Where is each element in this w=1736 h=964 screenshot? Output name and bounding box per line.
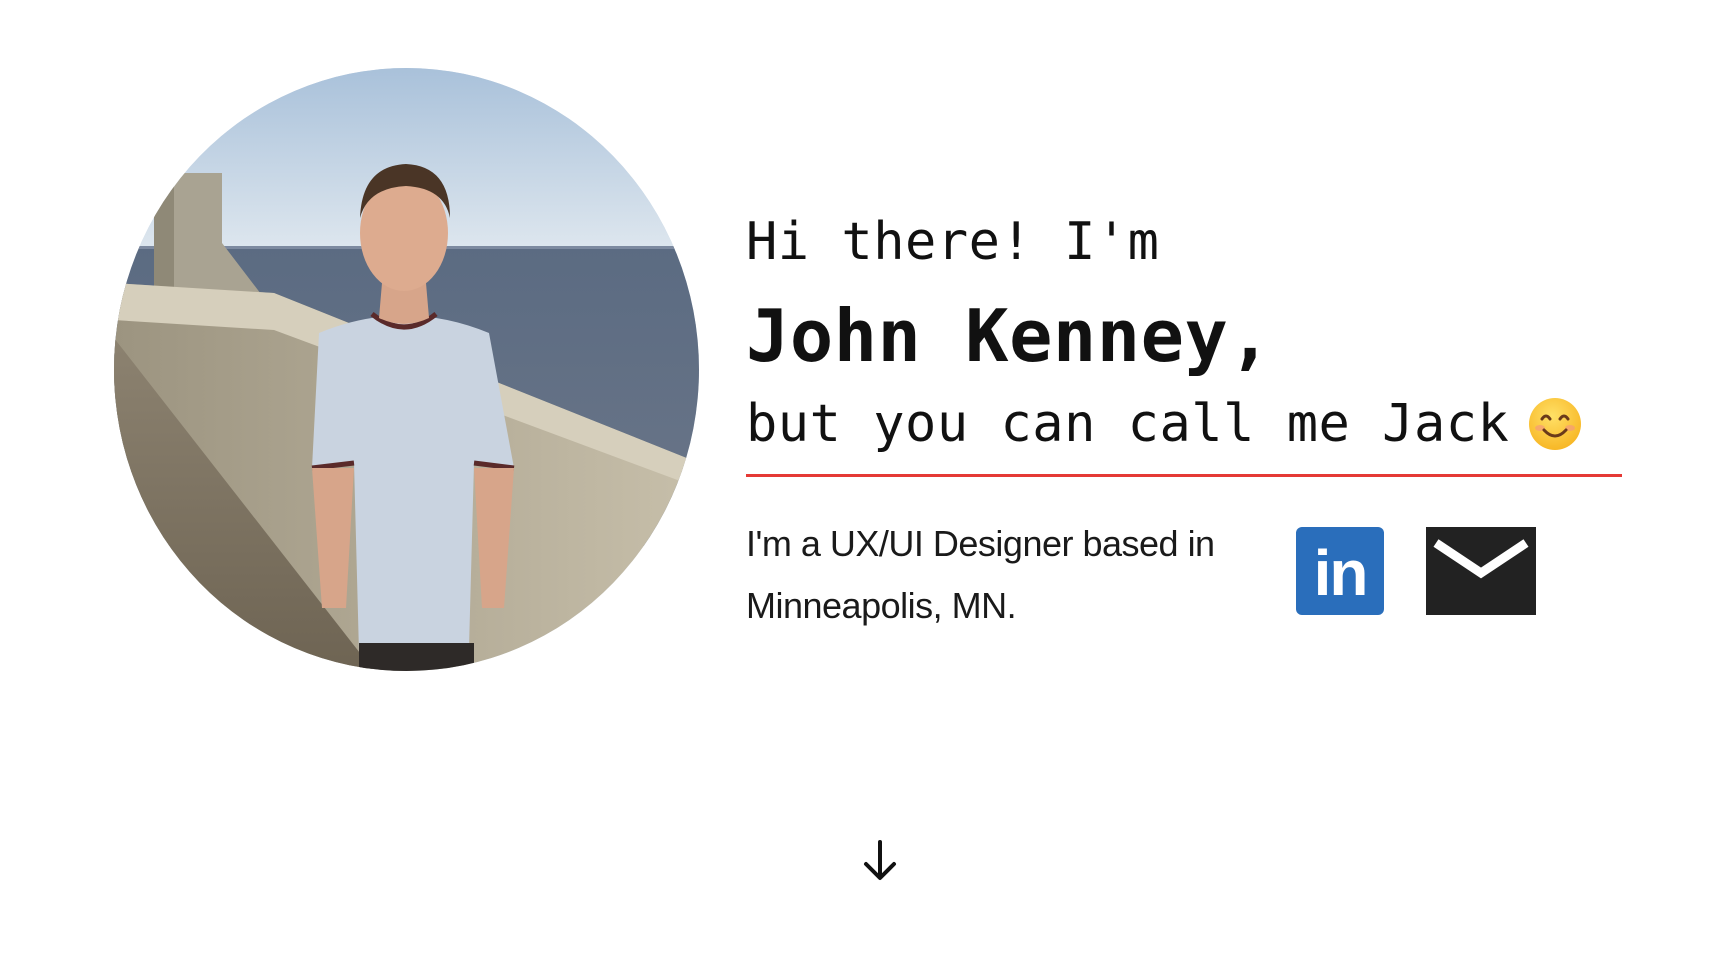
nickname-row: but you can call me Jack — [746, 396, 1622, 452]
envelope-icon — [1426, 527, 1536, 615]
greeting-text: Hi there! I'm — [746, 212, 1160, 272]
email-button[interactable] — [1426, 527, 1536, 615]
nickname-text: but you can call me Jack — [746, 394, 1510, 454]
intro-section: Hi there! I'm John Kenney, but you can c… — [746, 200, 1622, 633]
bio-line-2: Minneapolis, MN. — [746, 585, 1017, 626]
linkedin-icon: in — [1313, 537, 1369, 609]
scroll-down-button[interactable] — [860, 838, 900, 884]
bio-line-1: I'm a UX/UI Designer based in — [746, 523, 1215, 564]
accent-divider — [746, 474, 1622, 477]
linkedin-button[interactable]: in — [1296, 527, 1384, 615]
profile-photo-image — [114, 68, 699, 671]
bio-row: I'm a UX/UI Designer based in Minneapoli… — [746, 513, 1622, 633]
smiling-face-icon — [1527, 396, 1583, 452]
profile-photo — [114, 68, 699, 671]
name-heading: John Kenney, — [746, 294, 1273, 378]
arrow-down-icon — [864, 840, 896, 880]
bio-text: I'm a UX/UI Designer based in Minneapoli… — [746, 513, 1266, 637]
